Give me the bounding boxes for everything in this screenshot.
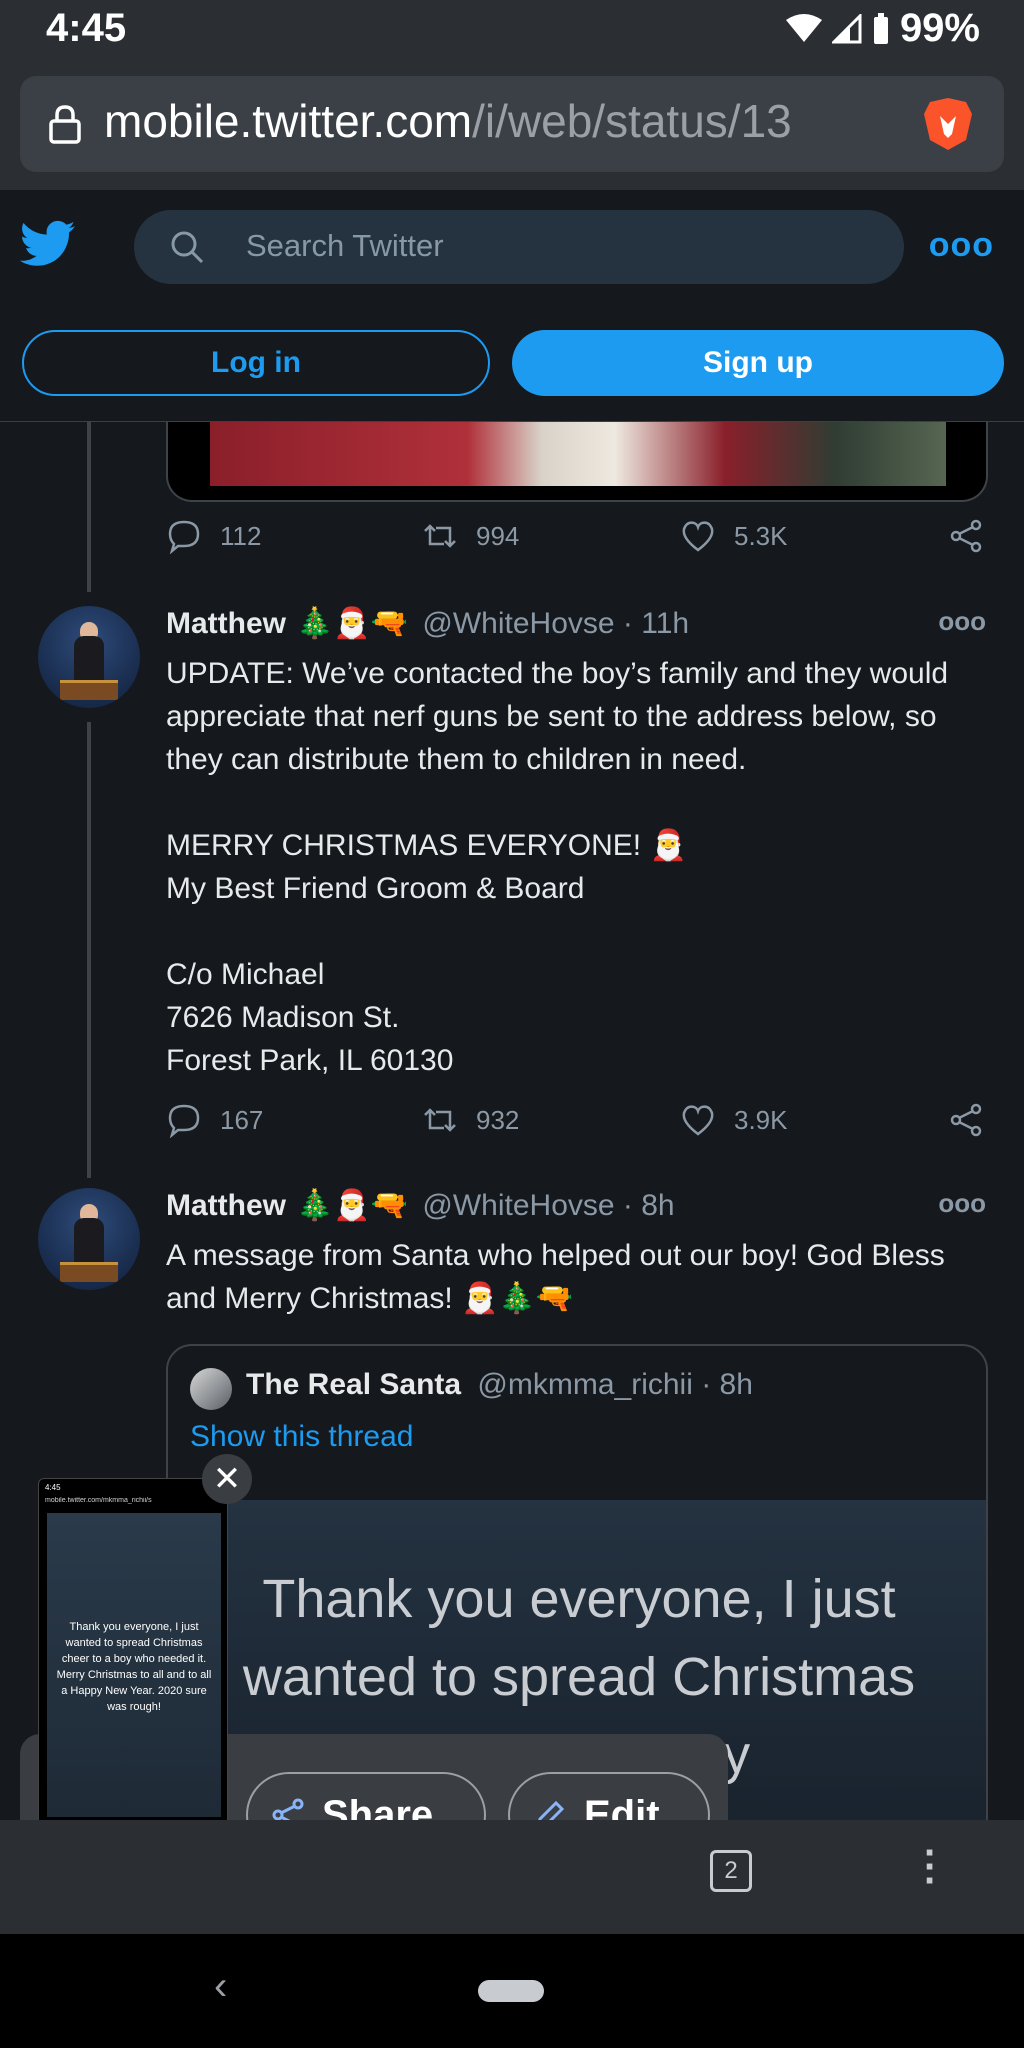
avatar[interactable] <box>38 1188 140 1290</box>
url-bar[interactable]: mobile.twitter.com/i/web/status/13 <box>20 76 1004 172</box>
quoted-user-name: The Real Santa <box>246 1368 462 1401</box>
heart-icon <box>682 1105 714 1136</box>
screenshot-thumbnail[interactable]: 4:45 mobile.twitter.com/mkmma_richii/s T… <box>38 1478 228 1858</box>
reply-button[interactable]: 112 <box>166 518 261 554</box>
share-tweet-button[interactable] <box>948 1102 984 1138</box>
thumbnail-content: Thank you everyone, I just wanted to spr… <box>47 1513 221 1817</box>
status-icons: 99% <box>785 6 980 51</box>
retweet-icon <box>424 1108 456 1132</box>
reply-count: 112 <box>220 520 262 551</box>
menu-kebab-icon[interactable]: · · · <box>924 1833 937 1901</box>
browser-toolbar: mobile.twitter.com/i/web/status/13 <box>0 58 1024 190</box>
share-icon <box>950 519 982 553</box>
thumbnail-text: Thank you everyone, I just wanted to spr… <box>56 1621 212 1713</box>
signal-icon <box>831 13 862 43</box>
user-name[interactable]: Matthew <box>166 607 286 640</box>
retweet-count: 994 <box>476 520 520 551</box>
reply-button[interactable]: 167 <box>166 1102 263 1138</box>
battery-icon <box>873 12 888 44</box>
thread-line <box>87 422 91 592</box>
previous-tweet-media[interactable] <box>166 422 988 502</box>
heart-icon <box>682 521 714 552</box>
user-emojis: 🎄🎅🔫 <box>296 1189 409 1222</box>
like-count: 3.9K <box>734 1104 788 1135</box>
url-text: mobile.twitter.com/i/web/status/13 <box>104 94 924 148</box>
share-icon <box>950 1103 982 1137</box>
user-emojis: 🎄🎅🔫 <box>296 607 409 640</box>
twitter-logo-icon[interactable] <box>20 220 76 268</box>
show-thread-link[interactable]: Show this thread <box>190 1420 413 1454</box>
status-time: 4:45 <box>46 6 127 50</box>
reply-icon <box>168 1104 200 1138</box>
url-host: mobile.twitter.com <box>104 95 473 147</box>
more-options-icon[interactable]: ooo <box>929 226 994 265</box>
brave-shield-icon[interactable] <box>922 96 974 152</box>
url-path: /i/web/status/13 <box>472 95 792 147</box>
close-thumbnail-icon[interactable]: ✕ <box>202 1454 252 1504</box>
like-button[interactable]: 5.3K <box>680 518 788 554</box>
twitter-header: Search Twitter ooo Log in Sign up <box>0 190 1024 422</box>
avatar[interactable] <box>38 606 140 708</box>
thumbnail-time: 4:45 <box>45 1483 61 1492</box>
quoted-avatar <box>190 1368 232 1410</box>
user-handle[interactable]: @WhiteHovse · 8h <box>422 1189 674 1222</box>
system-nav-bar: ‹ <box>0 1934 1024 2048</box>
tweet-text: UPDATE: We’ve contacted the boy’s family… <box>166 657 949 1077</box>
status-bar: 4:45 99% <box>0 0 1024 58</box>
user-name[interactable]: Matthew <box>166 1189 286 1222</box>
search-box[interactable]: Search Twitter <box>134 210 904 284</box>
retweet-count: 932 <box>476 1104 520 1135</box>
battery-percent: 99% <box>899 6 980 50</box>
user-handle[interactable]: @WhiteHovse · 11h <box>422 607 689 640</box>
home-pill[interactable] <box>478 1980 544 2002</box>
retweet-icon <box>424 524 456 548</box>
tweet-header: Matthew 🎄🎅🔫 @WhiteHovse · 11h <box>166 606 689 641</box>
tweet-more-icon[interactable]: ooo <box>938 1188 986 1219</box>
reply-count: 167 <box>220 1104 264 1135</box>
share-tweet-button[interactable] <box>948 518 984 554</box>
like-button[interactable]: 3.9K <box>680 1102 788 1138</box>
search-placeholder: Search Twitter <box>246 228 444 263</box>
tweet-more-icon[interactable]: ooo <box>938 606 986 637</box>
tweet-actions: 112 994 5.3K <box>166 518 996 568</box>
santa-image <box>210 422 946 486</box>
retweet-button[interactable]: 994 <box>422 518 519 554</box>
tweet-text: A message from Santa who helped out our … <box>166 1239 945 1315</box>
login-button[interactable]: Log in <box>22 330 490 396</box>
tweet-header: Matthew 🎄🎅🔫 @WhiteHovse · 8h <box>166 1188 675 1223</box>
quoted-user-handle: @mkmma_richii · 8h <box>477 1368 753 1401</box>
lock-icon <box>49 105 81 144</box>
wifi-icon <box>785 13 822 42</box>
retweet-button[interactable]: 932 <box>422 1102 519 1138</box>
back-icon[interactable]: ‹ <box>214 1964 227 2009</box>
search-icon <box>171 231 204 264</box>
thumbnail-url: mobile.twitter.com/mkmma_richii/s <box>45 1497 152 1504</box>
tab-switcher-button[interactable]: 2 <box>710 1850 752 1892</box>
quoted-header: The Real Santa @mkmma_richii · 8h <box>246 1368 753 1402</box>
tweet-actions: 167 932 3.9K <box>166 1102 996 1152</box>
thread-line <box>87 722 91 1178</box>
browser-bottom-bar: 2 · · · <box>0 1820 1024 1934</box>
reply-icon <box>168 520 200 554</box>
signup-button[interactable]: Sign up <box>512 330 1004 396</box>
like-count: 5.3K <box>734 520 788 551</box>
